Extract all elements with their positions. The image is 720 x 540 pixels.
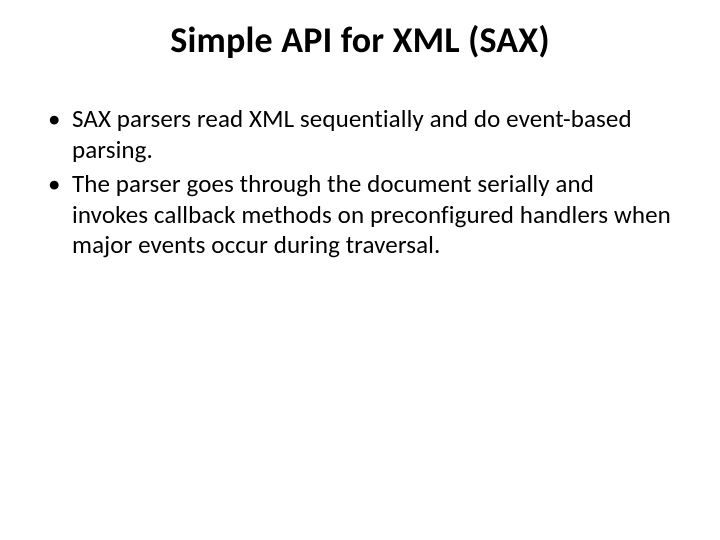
list-item: The parser goes through the document ser…: [48, 169, 672, 261]
bullet-list: SAX parsers read XML sequentially and do…: [40, 104, 680, 261]
bullet-text: The parser goes through the document ser…: [72, 168, 671, 260]
bullet-text: SAX parsers read XML sequentially and do…: [72, 103, 632, 165]
list-item: SAX parsers read XML sequentially and do…: [48, 104, 672, 165]
slide-title: Simple API for XML (SAX): [40, 18, 680, 62]
slide: Simple API for XML (SAX) SAX parsers rea…: [0, 0, 720, 540]
